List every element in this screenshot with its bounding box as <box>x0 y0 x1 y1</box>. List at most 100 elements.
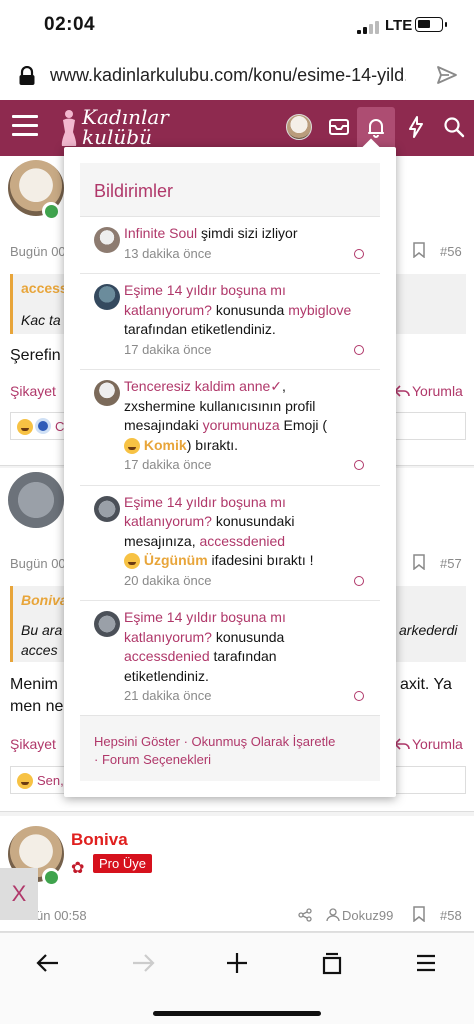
notification-time: 17 dakika önce <box>124 457 212 472</box>
notification-item[interactable]: Eşime 14 yıldır boşuna mı katlanıyorum? k… <box>80 274 380 370</box>
notification-link[interactable]: katlanıyorum? <box>124 302 212 318</box>
reaction-label: Üzgünüm <box>140 552 208 568</box>
quote-author[interactable]: access <box>21 280 68 296</box>
notification-text: Eşime 14 yıldır boşuna mı katlanıyorum? k… <box>124 493 364 591</box>
notification-static-text: , <box>282 378 286 394</box>
post-avatar[interactable] <box>8 472 64 528</box>
logo-text-line2: kulübü <box>82 125 152 149</box>
notification-link[interactable]: accessdenied <box>124 648 210 664</box>
status-time: 02:04 <box>44 14 96 35</box>
notification-text: Tenceresiz kaldim anne✓, zxshermine kulla… <box>124 377 364 475</box>
lightning-icon[interactable] <box>403 114 429 140</box>
notification-static-text: konusunda <box>211 301 289 318</box>
logo-figure-icon <box>61 110 77 146</box>
notification-link[interactable]: Eşime 14 yıldır boşuna mı <box>124 282 286 298</box>
share-icon[interactable] <box>298 908 312 922</box>
notification-link[interactable]: Tenceresiz kaldim anne <box>124 378 270 394</box>
url-text[interactable]: www.kadinlarkulubu.com/konu/esime-14-yil… <box>50 65 406 86</box>
sad-emoji-icon <box>124 553 140 570</box>
notifications-footer-links[interactable]: Hepsini Göster · Okunmuş Olarak İşaretle <box>94 734 335 749</box>
quote-text-2: acces <box>21 642 58 658</box>
quote-author[interactable]: Boniva <box>21 592 68 608</box>
reply-link[interactable]: Yorumla <box>412 736 463 752</box>
post-user-link[interactable]: Dokuz99 <box>342 908 393 923</box>
post-body: Şerefin <box>10 347 61 364</box>
notifications-list[interactable]: Infinite Soul şimdi sizi izliyor 13 dakik… <box>80 217 380 715</box>
notifications-header: Bildirimler <box>80 163 380 217</box>
browser-toolbar <box>0 932 474 1024</box>
notification-item[interactable]: Tenceresiz kaldim anne✓, zxshermine kulla… <box>80 370 380 486</box>
user-icon <box>326 908 340 922</box>
post-date: Bugün 00 <box>10 556 66 571</box>
post-date: Bugün 00: <box>10 244 70 259</box>
browser-url-bar[interactable]: www.kadinlarkulubu.com/konu/esime-14-yil… <box>0 50 474 100</box>
notification-link[interactable]: mybiglove <box>288 302 351 318</box>
post-number[interactable]: #56 <box>440 244 462 259</box>
forward-arrow-icon[interactable] <box>129 949 157 977</box>
close-overlay-button[interactable]: X <box>0 868 38 920</box>
grin-emoji-icon <box>17 772 33 789</box>
lock-icon <box>19 66 35 85</box>
post-number[interactable]: #58 <box>440 908 462 923</box>
post-body: Menim <box>10 676 59 693</box>
reply-link[interactable]: Yorumla <box>412 383 463 399</box>
notification-link[interactable]: katlanıyorum? <box>124 513 212 529</box>
quote-text: Kac ta <box>21 312 61 328</box>
user-avatar[interactable] <box>286 114 312 140</box>
bell-icon[interactable] <box>363 114 389 140</box>
laugh-emoji-icon <box>124 437 140 454</box>
menu-icon[interactable] <box>412 949 440 977</box>
bookmark-icon[interactable] <box>412 554 426 570</box>
report-link[interactable]: Şikayet <box>10 736 56 752</box>
notification-link[interactable]: katlanıyorum? <box>124 629 212 645</box>
notification-time: 20 dakika önce <box>124 572 212 588</box>
new-tab-plus-icon[interactable] <box>223 949 251 977</box>
post-body-right: axit. Ya <box>400 676 452 693</box>
notification-avatar[interactable] <box>94 284 120 310</box>
notifications-footer: Hepsini Göster · Okunmuş Olarak İşaretle… <box>80 715 380 781</box>
notification-avatar[interactable] <box>94 380 120 406</box>
post-date: ün 00:58 <box>36 908 87 923</box>
bookmark-icon[interactable] <box>412 906 426 922</box>
post-number[interactable]: #57 <box>440 556 462 571</box>
inbox-icon[interactable] <box>326 114 352 140</box>
notification-avatar[interactable] <box>94 611 120 637</box>
share-send-icon[interactable] <box>436 64 458 86</box>
notification-link[interactable]: Infinite Soul <box>124 225 197 241</box>
notification-static-text: Emoji ( <box>279 417 328 433</box>
post-body-2: men ne <box>10 698 64 715</box>
notification-link[interactable]: Eşime 14 yıldır boşuna mı <box>124 494 286 510</box>
notification-avatar[interactable] <box>94 495 120 522</box>
notification-static-text: konusundaki <box>211 513 295 529</box>
notification-static-text: etiketlendiniz. <box>124 667 209 684</box>
notification-item[interactable]: Eşime 14 yıldır boşuna mı katlanıyorum? k… <box>80 486 380 601</box>
notification-static-text: ifadesini bıraktı ! <box>207 552 314 568</box>
notification-link[interactable]: accessdenied <box>199 533 285 549</box>
tabs-icon[interactable] <box>318 949 346 977</box>
search-icon[interactable] <box>441 114 467 140</box>
notification-static-text: tarafından etiketlendiniz. <box>124 321 276 337</box>
notification-link[interactable]: ✓ <box>270 378 282 394</box>
forum-options-link[interactable]: · Forum Seçenekleri <box>94 752 211 767</box>
bookmark-icon[interactable] <box>412 242 426 258</box>
back-arrow-icon[interactable] <box>34 949 62 977</box>
notification-static-text: mesajınıza, <box>124 532 200 549</box>
notification-static-text: ) bıraktı. <box>186 436 239 453</box>
notification-static-text: konusunda <box>211 628 285 645</box>
post-author[interactable]: Boniva <box>71 830 128 850</box>
online-status-icon <box>42 868 60 886</box>
quote-text: Bu ara <box>21 622 63 638</box>
notification-link[interactable]: yorumunuza <box>203 417 280 433</box>
notification-static-text: şimdi sizi izliyor <box>197 225 298 241</box>
notification-avatar[interactable] <box>94 227 120 253</box>
hamburger-menu-icon[interactable] <box>12 115 38 139</box>
reply-icon <box>394 738 410 750</box>
reactions-text: Sen, <box>37 773 64 788</box>
home-indicator <box>153 1011 321 1016</box>
notification-item[interactable]: Eşime 14 yıldır boşuna mı katlanıyorum? k… <box>80 601 380 715</box>
notification-link[interactable]: Eşime 14 yıldır boşuna mı <box>124 609 286 625</box>
notification-item[interactable]: Infinite Soul şimdi sizi izliyor 13 dakik… <box>80 217 380 274</box>
site-logo[interactable]: Kadınlar kulübü <box>58 104 188 152</box>
report-link[interactable]: Şikayet <box>10 383 56 399</box>
user-title-badge: Pro Üye <box>93 854 152 873</box>
